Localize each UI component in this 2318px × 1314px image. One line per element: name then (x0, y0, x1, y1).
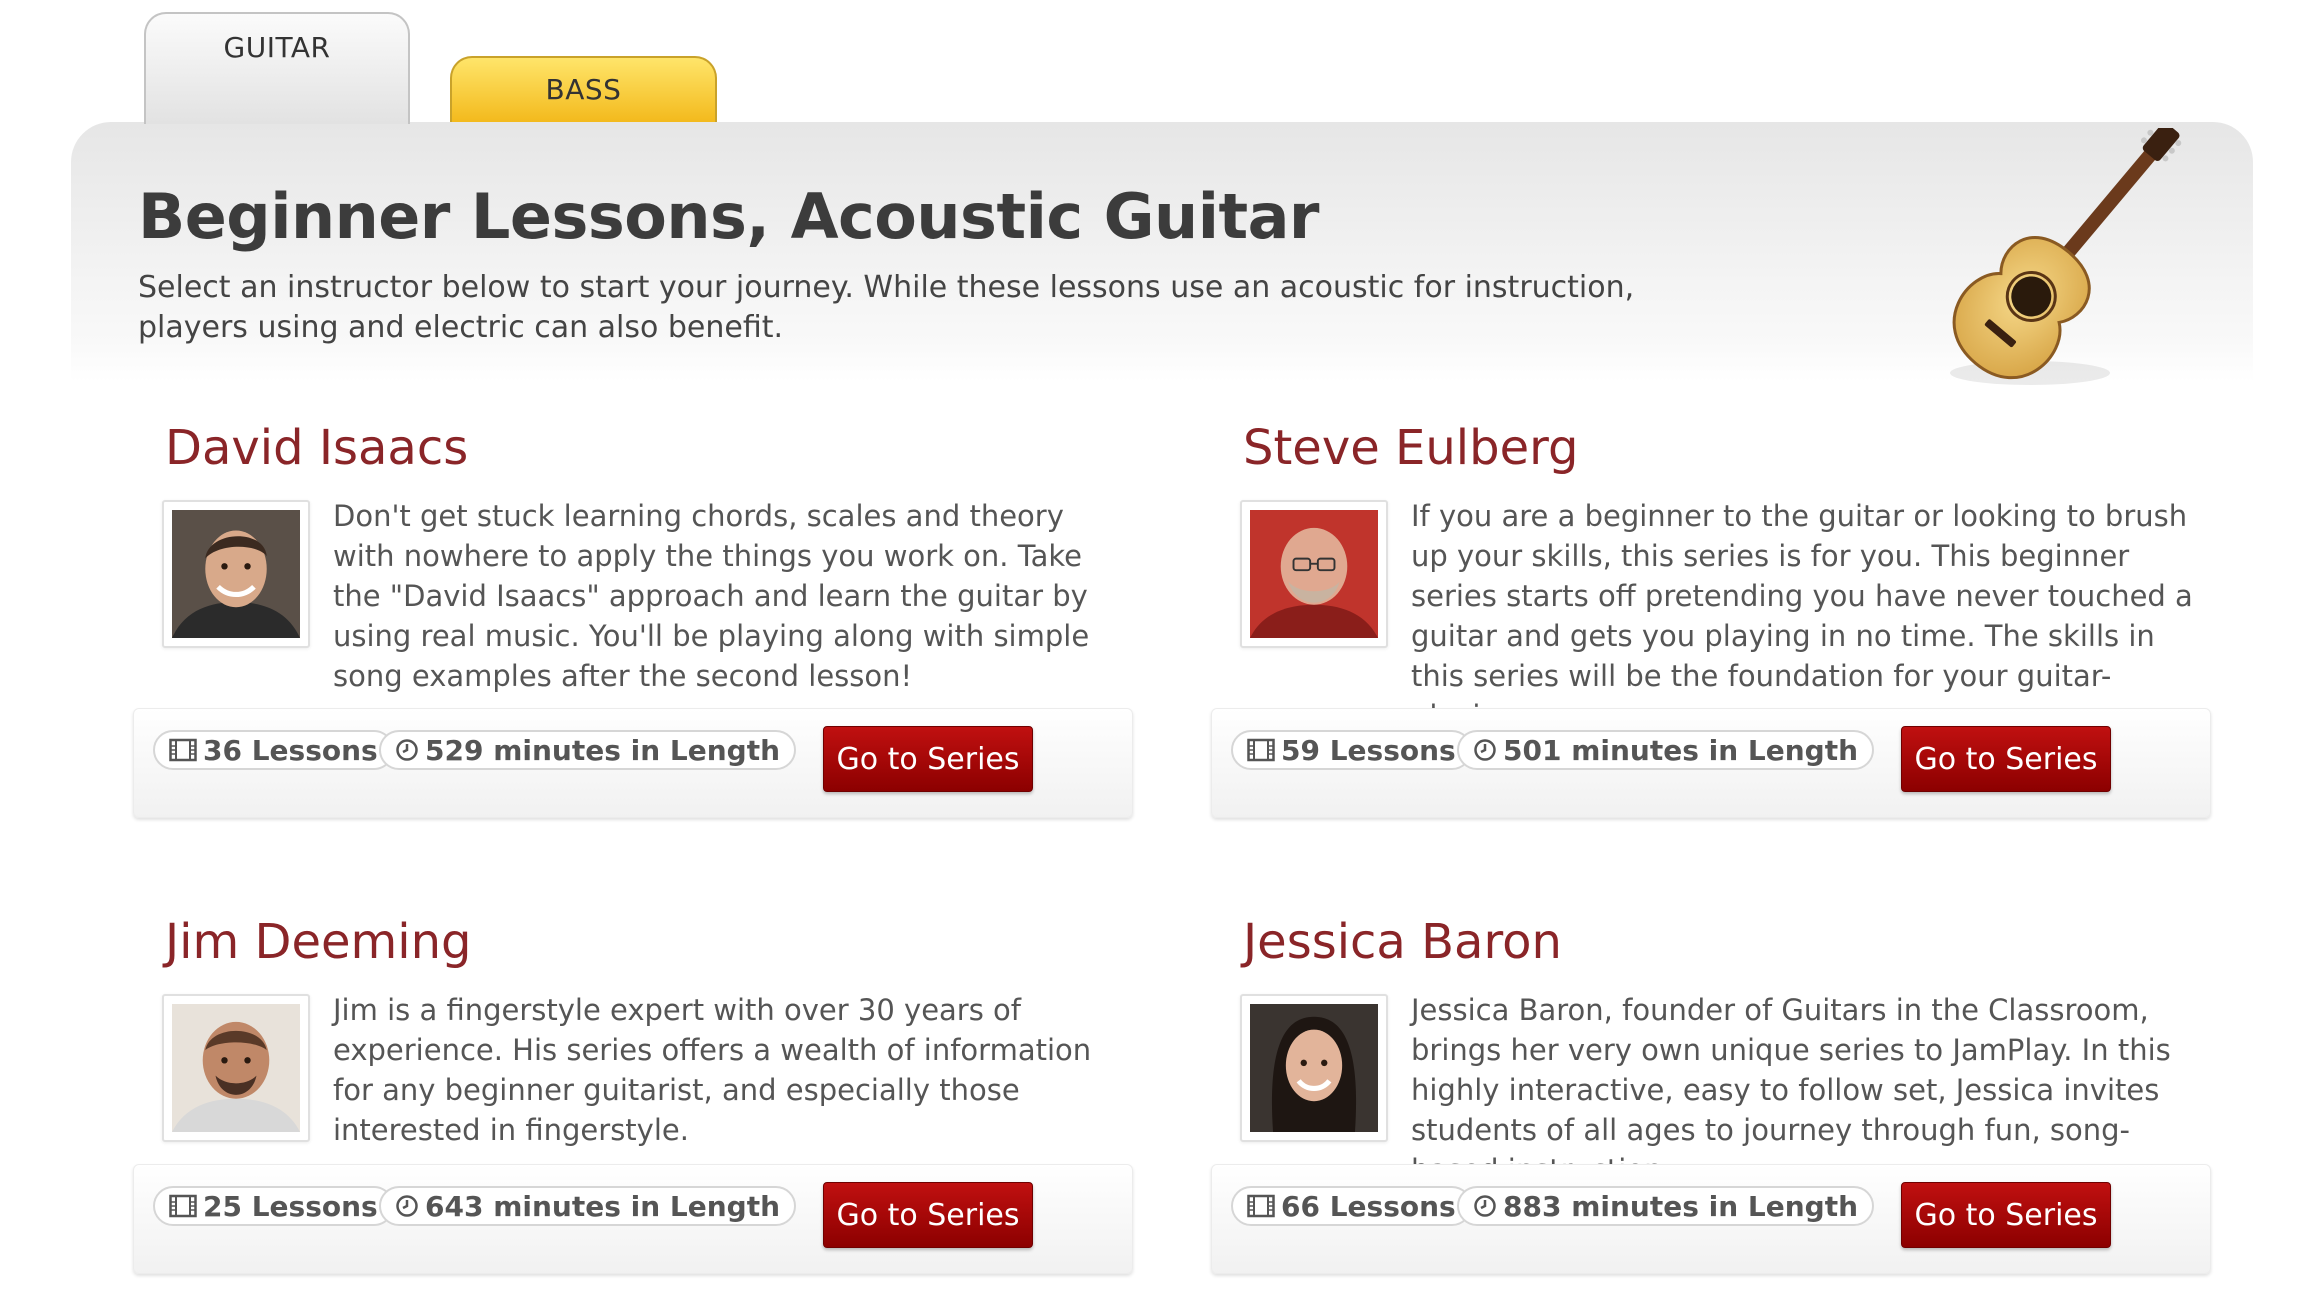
series-length-text: 529 minutes in Length (425, 733, 781, 767)
instructor-portrait-icon (1250, 1004, 1378, 1132)
lessons-count-text: 36 Lessons (203, 733, 378, 767)
instructor-name[interactable]: Jessica Baron (1243, 914, 1562, 970)
instructor-description: Jim is a fingerstyle expert with over 30… (333, 993, 1092, 1147)
series-info-bar: 59 Lessons 501 minutes in Length Go to S… (1211, 708, 2211, 818)
tab-bass[interactable]: BASS (450, 56, 717, 126)
instructor-name[interactable]: Steve Eulberg (1243, 420, 1578, 476)
instructor-photo[interactable] (162, 500, 310, 648)
lessons-count-text: 59 Lessons (1281, 733, 1456, 767)
acoustic-guitar-icon (1950, 128, 2182, 385)
instructor-description: If you are a beginner to the guitar or l… (1411, 499, 2193, 733)
instructor-card: Jessica Baron Jessica Baron, founder of … (1211, 914, 2214, 1314)
instructor-portrait-icon (1250, 510, 1378, 638)
series-info-bar: 25 Lessons 643 minutes in Length Go to S… (133, 1164, 1133, 1274)
lessons-count-text: 66 Lessons (1281, 1189, 1456, 1223)
go-to-series-button[interactable]: Go to Series (823, 1182, 1033, 1248)
instructor-portrait-icon (172, 510, 300, 638)
film-icon (1247, 738, 1275, 762)
go-to-series-button[interactable]: Go to Series (823, 726, 1033, 792)
instructor-photo[interactable] (162, 994, 310, 1142)
instructor-description: Don't get stuck learning chords, scales … (333, 499, 1090, 693)
lessons-count: 59 Lessons (1231, 730, 1472, 770)
clock-icon (395, 738, 419, 762)
series-length: 529 minutes in Length (379, 730, 797, 770)
clock-icon (1473, 738, 1497, 762)
clock-icon (1473, 1194, 1497, 1218)
lessons-count: 36 Lessons (153, 730, 394, 770)
instructor-card: David Isaacs Don't get stuck learning ch… (133, 420, 1136, 820)
film-icon (169, 738, 197, 762)
lessons-count: 66 Lessons (1231, 1186, 1472, 1226)
film-icon (1247, 1194, 1275, 1218)
lessons-count-text: 25 Lessons (203, 1189, 378, 1223)
instructor-name[interactable]: David Isaacs (165, 420, 468, 476)
tab-guitar-label: GUITAR (223, 30, 331, 64)
go-to-series-button[interactable]: Go to Series (1901, 726, 2111, 792)
go-to-series-button[interactable]: Go to Series (1901, 1182, 2111, 1248)
series-length: 643 minutes in Length (379, 1186, 797, 1226)
series-length-text: 883 minutes in Length (1503, 1189, 1859, 1223)
lessons-count: 25 Lessons (153, 1186, 394, 1226)
instructor-portrait-icon (172, 1004, 300, 1132)
instructor-card: Jim Deeming Jim is a fingerstyle expert … (133, 914, 1136, 1314)
series-length: 883 minutes in Length (1457, 1186, 1875, 1226)
page-title: Beginner Lessons, Acoustic Guitar (138, 180, 1320, 253)
instructor-photo[interactable] (1240, 500, 1388, 648)
instructor-description: Jessica Baron, founder of Guitars in the… (1411, 993, 2171, 1187)
tab-guitar[interactable]: GUITAR (144, 12, 410, 124)
series-info-bar: 66 Lessons 883 minutes in Length Go to S… (1211, 1164, 2211, 1274)
instructor-photo[interactable] (1240, 994, 1388, 1142)
series-length-text: 643 minutes in Length (425, 1189, 781, 1223)
series-length: 501 minutes in Length (1457, 730, 1875, 770)
clock-icon (395, 1194, 419, 1218)
instructor-name[interactable]: Jim Deeming (165, 914, 472, 970)
page-intro: Select an instructor below to start your… (138, 270, 1635, 345)
series-info-bar: 36 Lessons 529 minutes in Length Go to S… (133, 708, 1133, 818)
instructor-card: Steve Eulberg If you are a beginner to t… (1211, 420, 2214, 820)
tab-bass-label: BASS (545, 72, 622, 106)
series-length-text: 501 minutes in Length (1503, 733, 1859, 767)
film-icon (169, 1194, 197, 1218)
